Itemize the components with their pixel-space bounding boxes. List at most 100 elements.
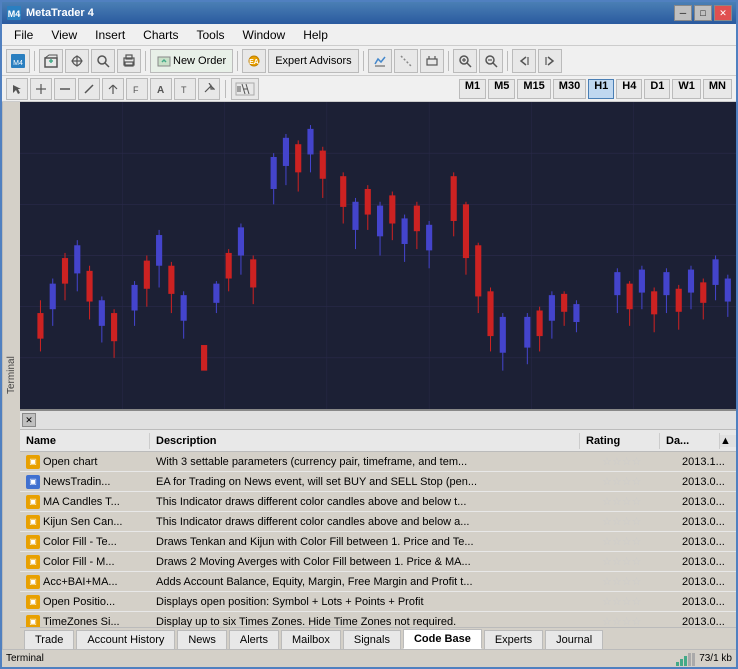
cell-rating: ☆☆☆☆ [596,593,676,610]
cell-desc: Adds Account Balance, Equity, Margin, Fr… [150,574,596,590]
table-row[interactable]: ▣Acc+BAI+MA... Adds Account Balance, Equ… [20,572,736,592]
tf-h1[interactable]: H1 [588,79,614,99]
tf-m1[interactable]: M1 [459,79,486,99]
cell-desc: This Indicator draws different color can… [150,494,596,510]
cell-date: 2013.0... [676,554,736,570]
tab-alerts[interactable]: Alerts [229,630,279,649]
tf-m15[interactable]: M15 [517,79,550,99]
scroll-right-button[interactable] [538,49,562,73]
cell-date: 2013.0... [676,594,736,610]
hline-tool[interactable] [54,78,76,100]
cursor-tool[interactable] [6,78,28,100]
status-left: Terminal [6,653,44,664]
new-chart-button[interactable]: M4 [6,49,30,73]
arrow-tool[interactable] [198,78,220,100]
indicators-button[interactable] [368,49,392,73]
menu-tools[interactable]: Tools [189,26,233,44]
print-button[interactable] [117,49,141,73]
cell-rating: ☆☆☆☆ [596,533,676,550]
trendline-tool[interactable] [78,78,100,100]
cell-rating: ☆☆☆☆ [596,473,676,490]
text-tool[interactable]: A [150,78,172,100]
new-order-label: New Order [173,55,226,67]
maximize-button[interactable]: □ [694,5,712,21]
panel-controls: ✕ [20,411,736,430]
table-row[interactable]: ▣NewsTradin... EA for Trading on News ev… [20,472,736,492]
cell-rating: ☆☆☆☆ [596,493,676,510]
minimize-button[interactable]: ─ [674,5,692,21]
tf-m5[interactable]: M5 [488,79,515,99]
bottom-panel: ✕ Name Description Rating Da... ▲ [20,409,736,649]
fib-tool[interactable]: F [126,78,148,100]
cell-date: 2013.0... [676,534,736,550]
svg-text:F: F [133,85,139,95]
menu-help[interactable]: Help [295,26,336,44]
svg-text:M4: M4 [8,9,21,19]
cell-date: 2013.0... [676,474,736,490]
scroll-up-arrow[interactable]: ▲ [720,435,736,447]
menu-view[interactable]: View [43,26,85,44]
table-row[interactable]: ▣Open Positio... Displays open position:… [20,592,736,612]
tab-news[interactable]: News [177,630,227,649]
table-row[interactable]: ▣Open chart With 3 settable parameters (… [20,452,736,472]
toolbar-sep-5 [448,51,449,71]
terminal-sidebar: Terminal [2,102,20,649]
cell-rating: ☆☆☆☆ [596,513,676,530]
cell-desc: With 3 settable parameters (currency pai… [150,454,596,470]
tf-w1[interactable]: W1 [672,79,701,99]
menu-file[interactable]: File [6,26,41,44]
tab-signals[interactable]: Signals [343,630,401,649]
cell-desc: This Indicator draws different color can… [150,514,596,530]
close-panel-button[interactable]: ✕ [22,413,36,427]
zoom-out-button[interactable] [479,49,503,73]
tab-trade[interactable]: Trade [24,630,74,649]
table-row[interactable]: ▣MA Candles T... This Indicator draws di… [20,492,736,512]
main-layout: Terminal [2,102,736,649]
new-order-button[interactable]: New Order [150,49,233,73]
close-button[interactable]: ✕ [714,5,732,21]
col-rating: Rating [580,433,660,449]
svg-text:EA: EA [249,59,259,66]
tf-h4[interactable]: H4 [616,79,642,99]
tf-d1[interactable]: D1 [644,79,670,99]
main-window: M4 MetaTrader 4 ─ □ ✕ File View Insert C… [0,0,738,669]
status-bar: Terminal 73/1 kb [2,649,736,667]
right-panel: ✕ Name Description Rating Da... ▲ [20,102,736,649]
move-button[interactable] [65,49,89,73]
chart-section[interactable] [20,102,736,409]
menu-charts[interactable]: Charts [135,26,186,44]
tab-account-history[interactable]: Account History [76,630,175,649]
crosshair-tool[interactable] [30,78,52,100]
pitchfork-tool[interactable] [102,78,124,100]
tab-journal[interactable]: Journal [545,630,603,649]
tab-code-base[interactable]: Code Base [403,629,482,649]
status-right: 73/1 kb [675,652,732,666]
table-row[interactable]: ▣TimeZones Si... Display up to six Times… [20,612,736,627]
chart-objects-button[interactable] [394,49,418,73]
table-row[interactable]: ▣Color Fill - Te... Draws Tenkan and Kij… [20,532,736,552]
cell-name: ▣Color Fill - Te... [20,533,150,551]
chart-props-button[interactable] [420,49,444,73]
tf-mn[interactable]: MN [703,79,732,99]
drawing-toolbar: F A T M1 M5 M15 M30 H1 H4 D1 W1 MN [2,76,736,102]
svg-text:T: T [181,85,187,95]
open-button[interactable] [39,49,63,73]
expert-advisors-button[interactable]: Expert Advisors [268,49,358,73]
menu-insert[interactable]: Insert [87,26,133,44]
zoom-in-button[interactable] [453,49,477,73]
tf-m30[interactable]: M30 [553,79,586,99]
period-selector[interactable] [231,78,259,100]
cell-name: ▣NewsTradin... [20,473,150,491]
cell-name: ▣Color Fill - M... [20,553,150,571]
table-row[interactable]: ▣Kijun Sen Can... This Indicator draws d… [20,512,736,532]
cell-rating: ☆☆☆☆ [596,613,676,627]
tab-mailbox[interactable]: Mailbox [281,630,341,649]
zoom-button[interactable] [91,49,115,73]
menu-window[interactable]: Window [235,26,294,44]
label-tool[interactable]: T [174,78,196,100]
toolbar-sep-4 [363,51,364,71]
table-row[interactable]: ▣Color Fill - M... Draws 2 Moving Averge… [20,552,736,572]
tab-experts[interactable]: Experts [484,630,543,649]
cell-desc: EA for Trading on News event, will set B… [150,474,596,490]
scroll-left-button[interactable] [512,49,536,73]
